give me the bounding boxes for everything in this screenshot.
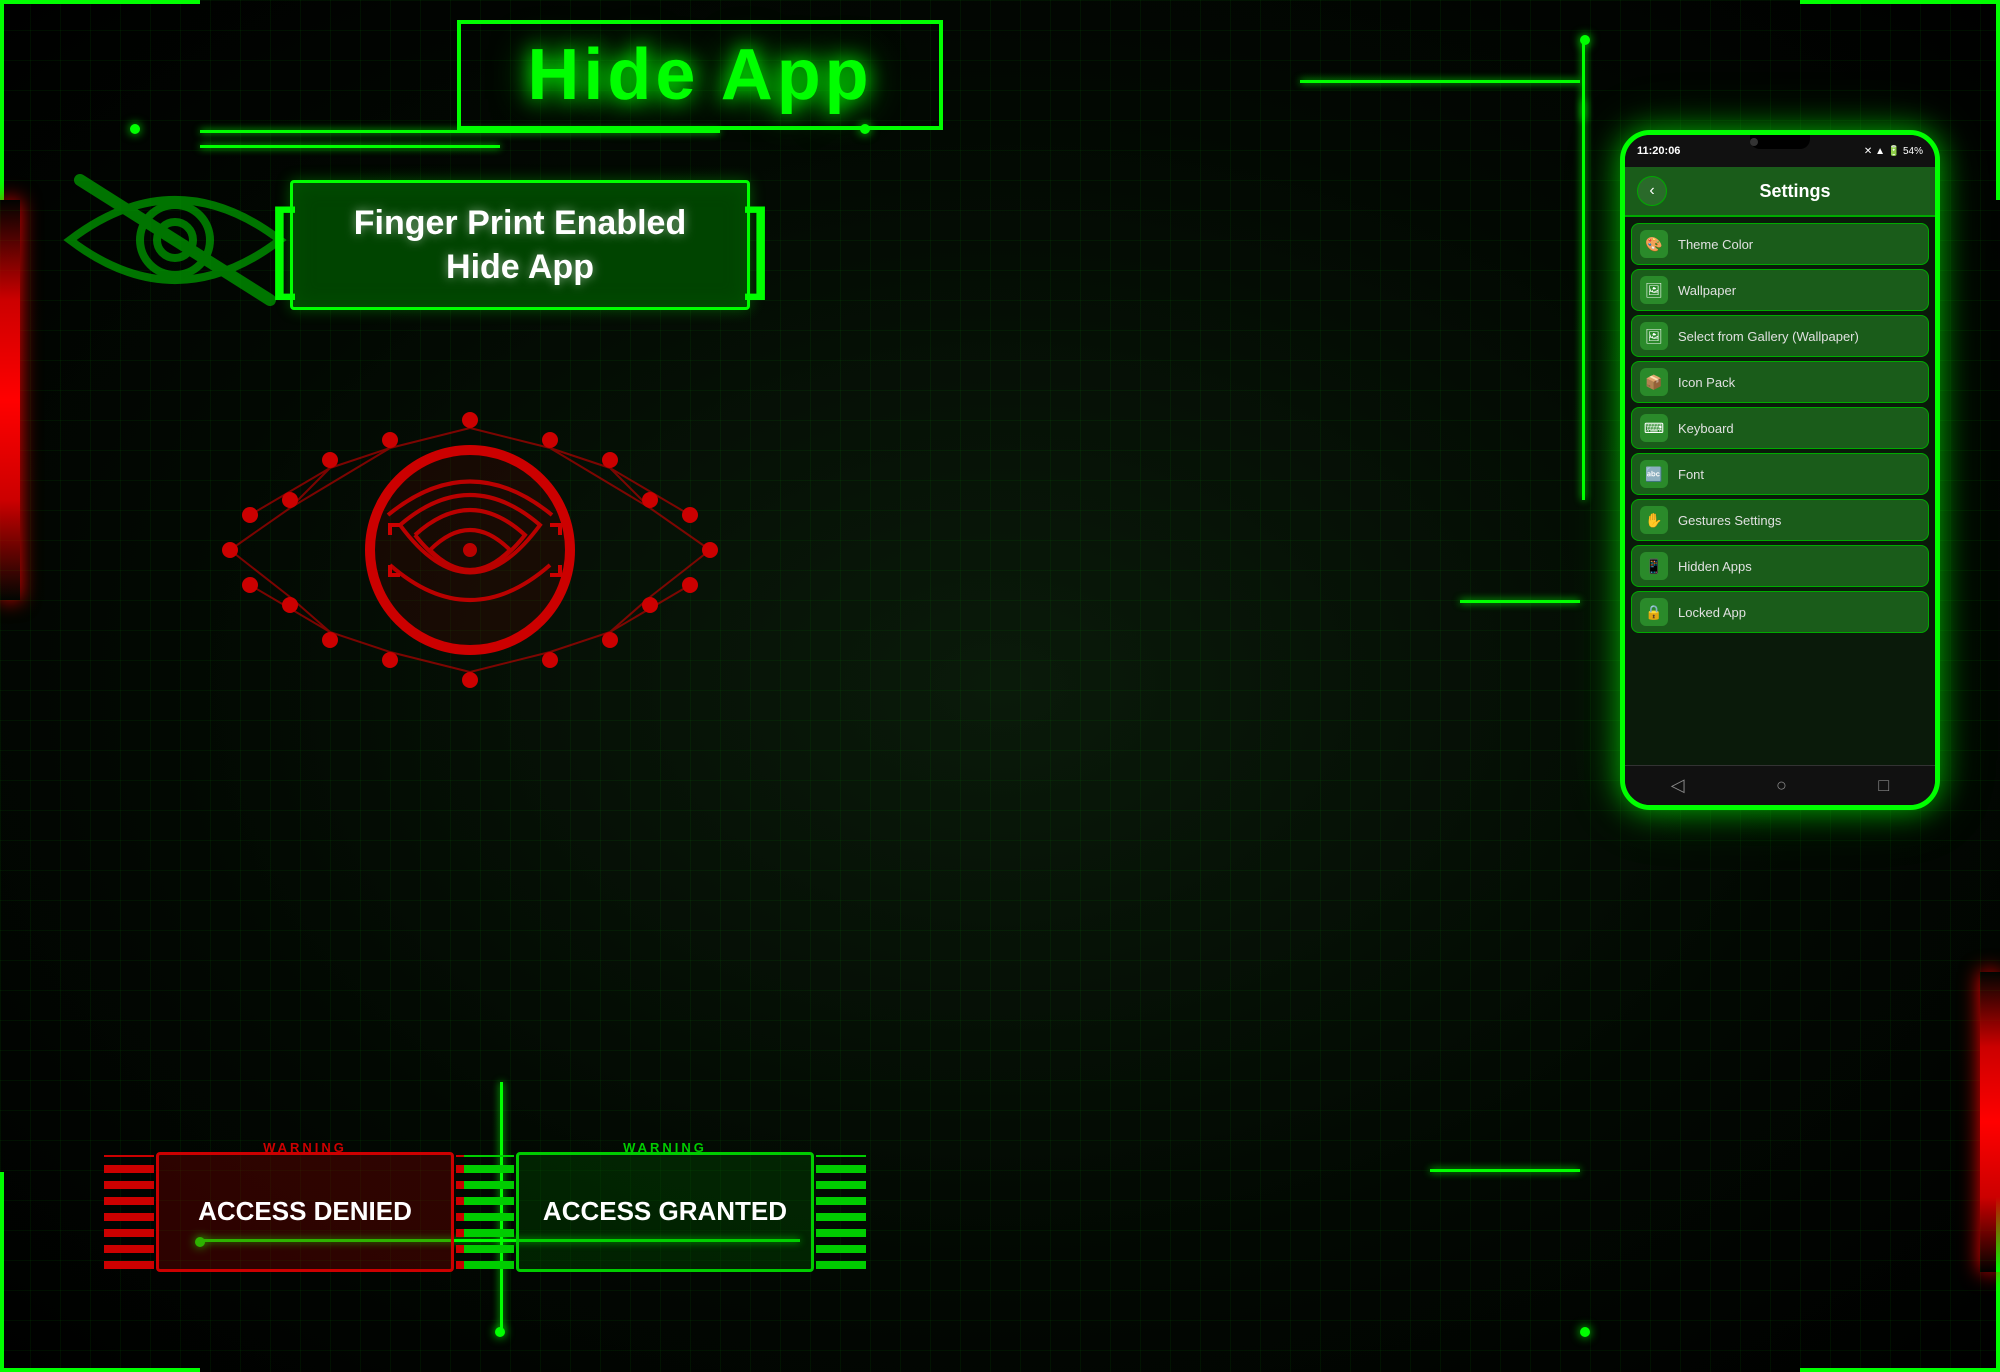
status-time: 11:20:06: [1637, 145, 1680, 157]
phone-settings-screen: ‹ Settings 🎨 Theme Color 🖼 Wallpaper 🖼 Select…: [1625, 167, 1935, 765]
label-box: Finger Print Enabled Hide App: [290, 180, 750, 310]
circuit-h-2: [200, 145, 500, 148]
menu-item-label-1: Wallpaper: [1678, 283, 1736, 298]
status-icons: ✕ ▲ 🔋 54%: [1864, 146, 1923, 157]
settings-menu-list: 🎨 Theme Color 🖼 Wallpaper 🖼 Select from Galle…: [1625, 217, 1935, 765]
menu-item-icon-8: 🔒: [1640, 598, 1668, 626]
phone-notch: [1750, 135, 1810, 149]
phone-status-bar: 11:20:06 ✕ ▲ 🔋 54%: [1625, 135, 1935, 167]
circuit-h-6: [1430, 1169, 1580, 1172]
menu-item-label-7: Hidden Apps: [1678, 559, 1752, 574]
red-right-accent: [1980, 972, 2000, 1272]
menu-item-label-4: Keyboard: [1678, 421, 1734, 436]
circuit-h-3: [1300, 80, 1580, 83]
circuit-dot-5: [495, 1327, 505, 1337]
feature-label: Finger Print Enabled Hide App: [290, 180, 750, 310]
menu-item-icon-7: 📱: [1640, 552, 1668, 580]
title-bracket: Hide App: [487, 20, 912, 130]
settings-title: Settings: [1667, 181, 1923, 202]
menu-item-7[interactable]: 📱 Hidden Apps: [1631, 545, 1929, 587]
menu-item-label-8: Locked App: [1678, 605, 1746, 620]
menu-item-icon-6: ✋: [1640, 506, 1668, 534]
back-button[interactable]: ‹: [1637, 176, 1667, 206]
menu-item-2[interactable]: 🖼 Select from Gallery (Wallpaper): [1631, 315, 1929, 357]
menu-item-icon-1: 🖼: [1640, 276, 1668, 304]
circuit-h-5: [1460, 600, 1580, 603]
nav-back[interactable]: ◁: [1671, 775, 1685, 796]
fingerprint-scanner: [130, 360, 810, 740]
eye-icon: [60, 160, 290, 320]
circuit-dot-6: [1580, 1327, 1590, 1337]
menu-item-label-5: Font: [1678, 467, 1704, 482]
menu-item-0[interactable]: 🎨 Theme Color: [1631, 223, 1929, 265]
menu-item-label-2: Select from Gallery (Wallpaper): [1678, 329, 1859, 344]
nav-home[interactable]: ○: [1776, 775, 1787, 796]
denied-text: ACCESS DENIED: [198, 1196, 412, 1227]
red-left-accent: [0, 200, 20, 600]
menu-item-5[interactable]: 🔤 Font: [1631, 453, 1929, 495]
title-area: Hide App: [200, 20, 1200, 130]
circuit-v-3: [1582, 100, 1585, 500]
warning-granted: WARNING ACCESS GRANTED: [490, 1132, 840, 1292]
denied-box: WARNING ACCESS DENIED: [130, 1132, 480, 1292]
scanner-area: [120, 360, 820, 740]
menu-item-icon-4: ⌨: [1640, 414, 1668, 442]
app-title: Hide App: [527, 34, 872, 116]
circuit-h-1: [200, 130, 720, 133]
main-background: Hide App Finger Print Enabled Hide App: [0, 0, 2000, 1372]
feature-text: Finger Print Enabled Hide App: [323, 201, 717, 289]
menu-item-label-3: Icon Pack: [1678, 375, 1735, 390]
menu-item-label-6: Gestures Settings: [1678, 513, 1781, 528]
corner-br: [1800, 1172, 2000, 1372]
menu-item-8[interactable]: 🔒 Locked App: [1631, 591, 1929, 633]
menu-item-icon-0: 🎨: [1640, 230, 1668, 258]
menu-item-icon-2: 🖼: [1640, 322, 1668, 350]
nav-recent[interactable]: □: [1878, 775, 1889, 796]
phone-mockup: 11:20:06 ✕ ▲ 🔋 54% ‹ Settings 🎨 Theme Col…: [1620, 130, 1940, 810]
menu-item-4[interactable]: ⌨ Keyboard: [1631, 407, 1929, 449]
circuit-dot-3: [1580, 35, 1590, 45]
granted-inner: ACCESS GRANTED: [516, 1152, 814, 1272]
denied-inner: ACCESS DENIED: [156, 1152, 454, 1272]
circuit-dot-1: [130, 124, 140, 134]
menu-item-icon-5: 🔤: [1640, 460, 1668, 488]
menu-item-3[interactable]: 📦 Icon Pack: [1631, 361, 1929, 403]
granted-box: WARNING ACCESS GRANTED: [490, 1132, 840, 1292]
phone-navigation: ◁ ○ □: [1625, 765, 1935, 805]
settings-header: ‹ Settings: [1625, 167, 1935, 217]
granted-text: ACCESS GRANTED: [543, 1196, 787, 1227]
menu-item-1[interactable]: 🖼 Wallpaper: [1631, 269, 1929, 311]
front-camera: [1750, 138, 1758, 146]
menu-item-label-0: Theme Color: [1678, 237, 1753, 252]
menu-item-6[interactable]: ✋ Gestures Settings: [1631, 499, 1929, 541]
warning-denied: WARNING ACCESS DENIED: [130, 1132, 480, 1292]
menu-item-icon-3: 📦: [1640, 368, 1668, 396]
